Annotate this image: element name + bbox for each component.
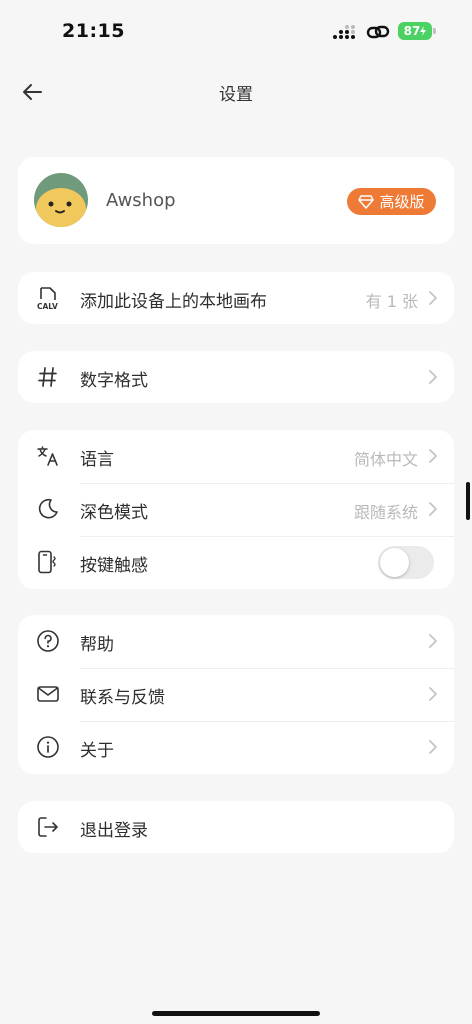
local-canvas-row[interactable]: CALV 添加此设备上的本地画布 有 1 张 xyxy=(18,272,454,324)
support-card: 帮助 联系与反馈 关于 xyxy=(18,615,454,774)
charging-bolt-icon xyxy=(420,26,427,36)
dark-mode-row[interactable]: 深色模式 跟随系统 xyxy=(18,483,454,535)
chevron-right-icon xyxy=(429,449,437,463)
battery-indicator: 87 xyxy=(398,22,432,40)
battery-tip xyxy=(433,28,436,34)
signal-icon xyxy=(333,25,355,39)
contact-row[interactable]: 联系与反馈 xyxy=(18,668,454,720)
nav-bar: 设置 xyxy=(0,70,472,114)
scroll-indicator[interactable] xyxy=(466,482,470,520)
haptics-row: 按键触感 xyxy=(18,536,454,588)
mail-icon xyxy=(36,682,60,706)
question-circle-icon xyxy=(36,629,60,653)
moon-icon xyxy=(36,497,60,521)
local-canvas-value: 有 1 张 xyxy=(365,292,418,311)
chevron-right-icon xyxy=(429,687,437,701)
haptics-toggle[interactable] xyxy=(378,546,434,579)
chevron-right-icon xyxy=(429,502,437,516)
help-label: 帮助 xyxy=(80,635,114,655)
haptics-label: 按键触感 xyxy=(80,556,148,576)
number-format-label: 数字格式 xyxy=(80,371,148,391)
logout-card: 退出登录 xyxy=(18,801,454,853)
username: Awshop xyxy=(106,190,176,211)
language-label: 语言 xyxy=(80,450,114,470)
local-canvas-card: CALV 添加此设备上的本地画布 有 1 张 xyxy=(18,272,454,324)
diamond-icon xyxy=(358,194,375,209)
number-format-card: 数字格式 xyxy=(18,351,454,403)
premium-badge[interactable]: 高级版 xyxy=(347,188,436,215)
hash-icon xyxy=(36,365,60,389)
about-row[interactable]: 关于 xyxy=(18,721,454,773)
preferences-card: 语言 简体中文 深色模式 跟随系统 按键触感 xyxy=(18,430,454,589)
toggle-knob xyxy=(380,548,409,577)
chevron-right-icon xyxy=(429,740,437,754)
translate-icon xyxy=(36,444,60,468)
premium-badge-label: 高级版 xyxy=(379,193,425,211)
calv-file-icon: CALV xyxy=(36,286,60,310)
number-format-row[interactable]: 数字格式 xyxy=(18,351,454,403)
page-title: 设置 xyxy=(219,85,253,105)
chevron-right-icon xyxy=(429,634,437,648)
logout-label: 退出登录 xyxy=(80,821,148,841)
chevron-right-icon xyxy=(429,291,437,305)
status-time: 21:15 xyxy=(62,20,125,42)
profile-card[interactable]: Awshop 高级版 xyxy=(18,157,454,244)
language-value: 简体中文 xyxy=(353,450,418,469)
chevron-right-icon xyxy=(429,370,437,384)
contact-label: 联系与反馈 xyxy=(80,688,165,708)
svg-text:CALV: CALV xyxy=(37,302,58,310)
about-label: 关于 xyxy=(80,741,114,761)
local-canvas-label: 添加此设备上的本地画布 xyxy=(80,292,267,312)
avatar xyxy=(34,173,88,227)
link-icon xyxy=(366,25,390,39)
phone-vibrate-icon xyxy=(36,550,60,574)
help-row[interactable]: 帮助 xyxy=(18,615,454,667)
battery-level: 87 xyxy=(403,24,421,38)
dark-mode-value: 跟随系统 xyxy=(353,503,418,522)
info-circle-icon xyxy=(36,735,60,759)
status-bar: 21:15 87 xyxy=(0,0,472,60)
dark-mode-label: 深色模式 xyxy=(80,503,148,523)
logout-row[interactable]: 退出登录 xyxy=(18,801,454,853)
logout-icon xyxy=(36,815,60,839)
home-indicator[interactable] xyxy=(152,1011,320,1016)
language-row[interactable]: 语言 简体中文 xyxy=(18,430,454,482)
